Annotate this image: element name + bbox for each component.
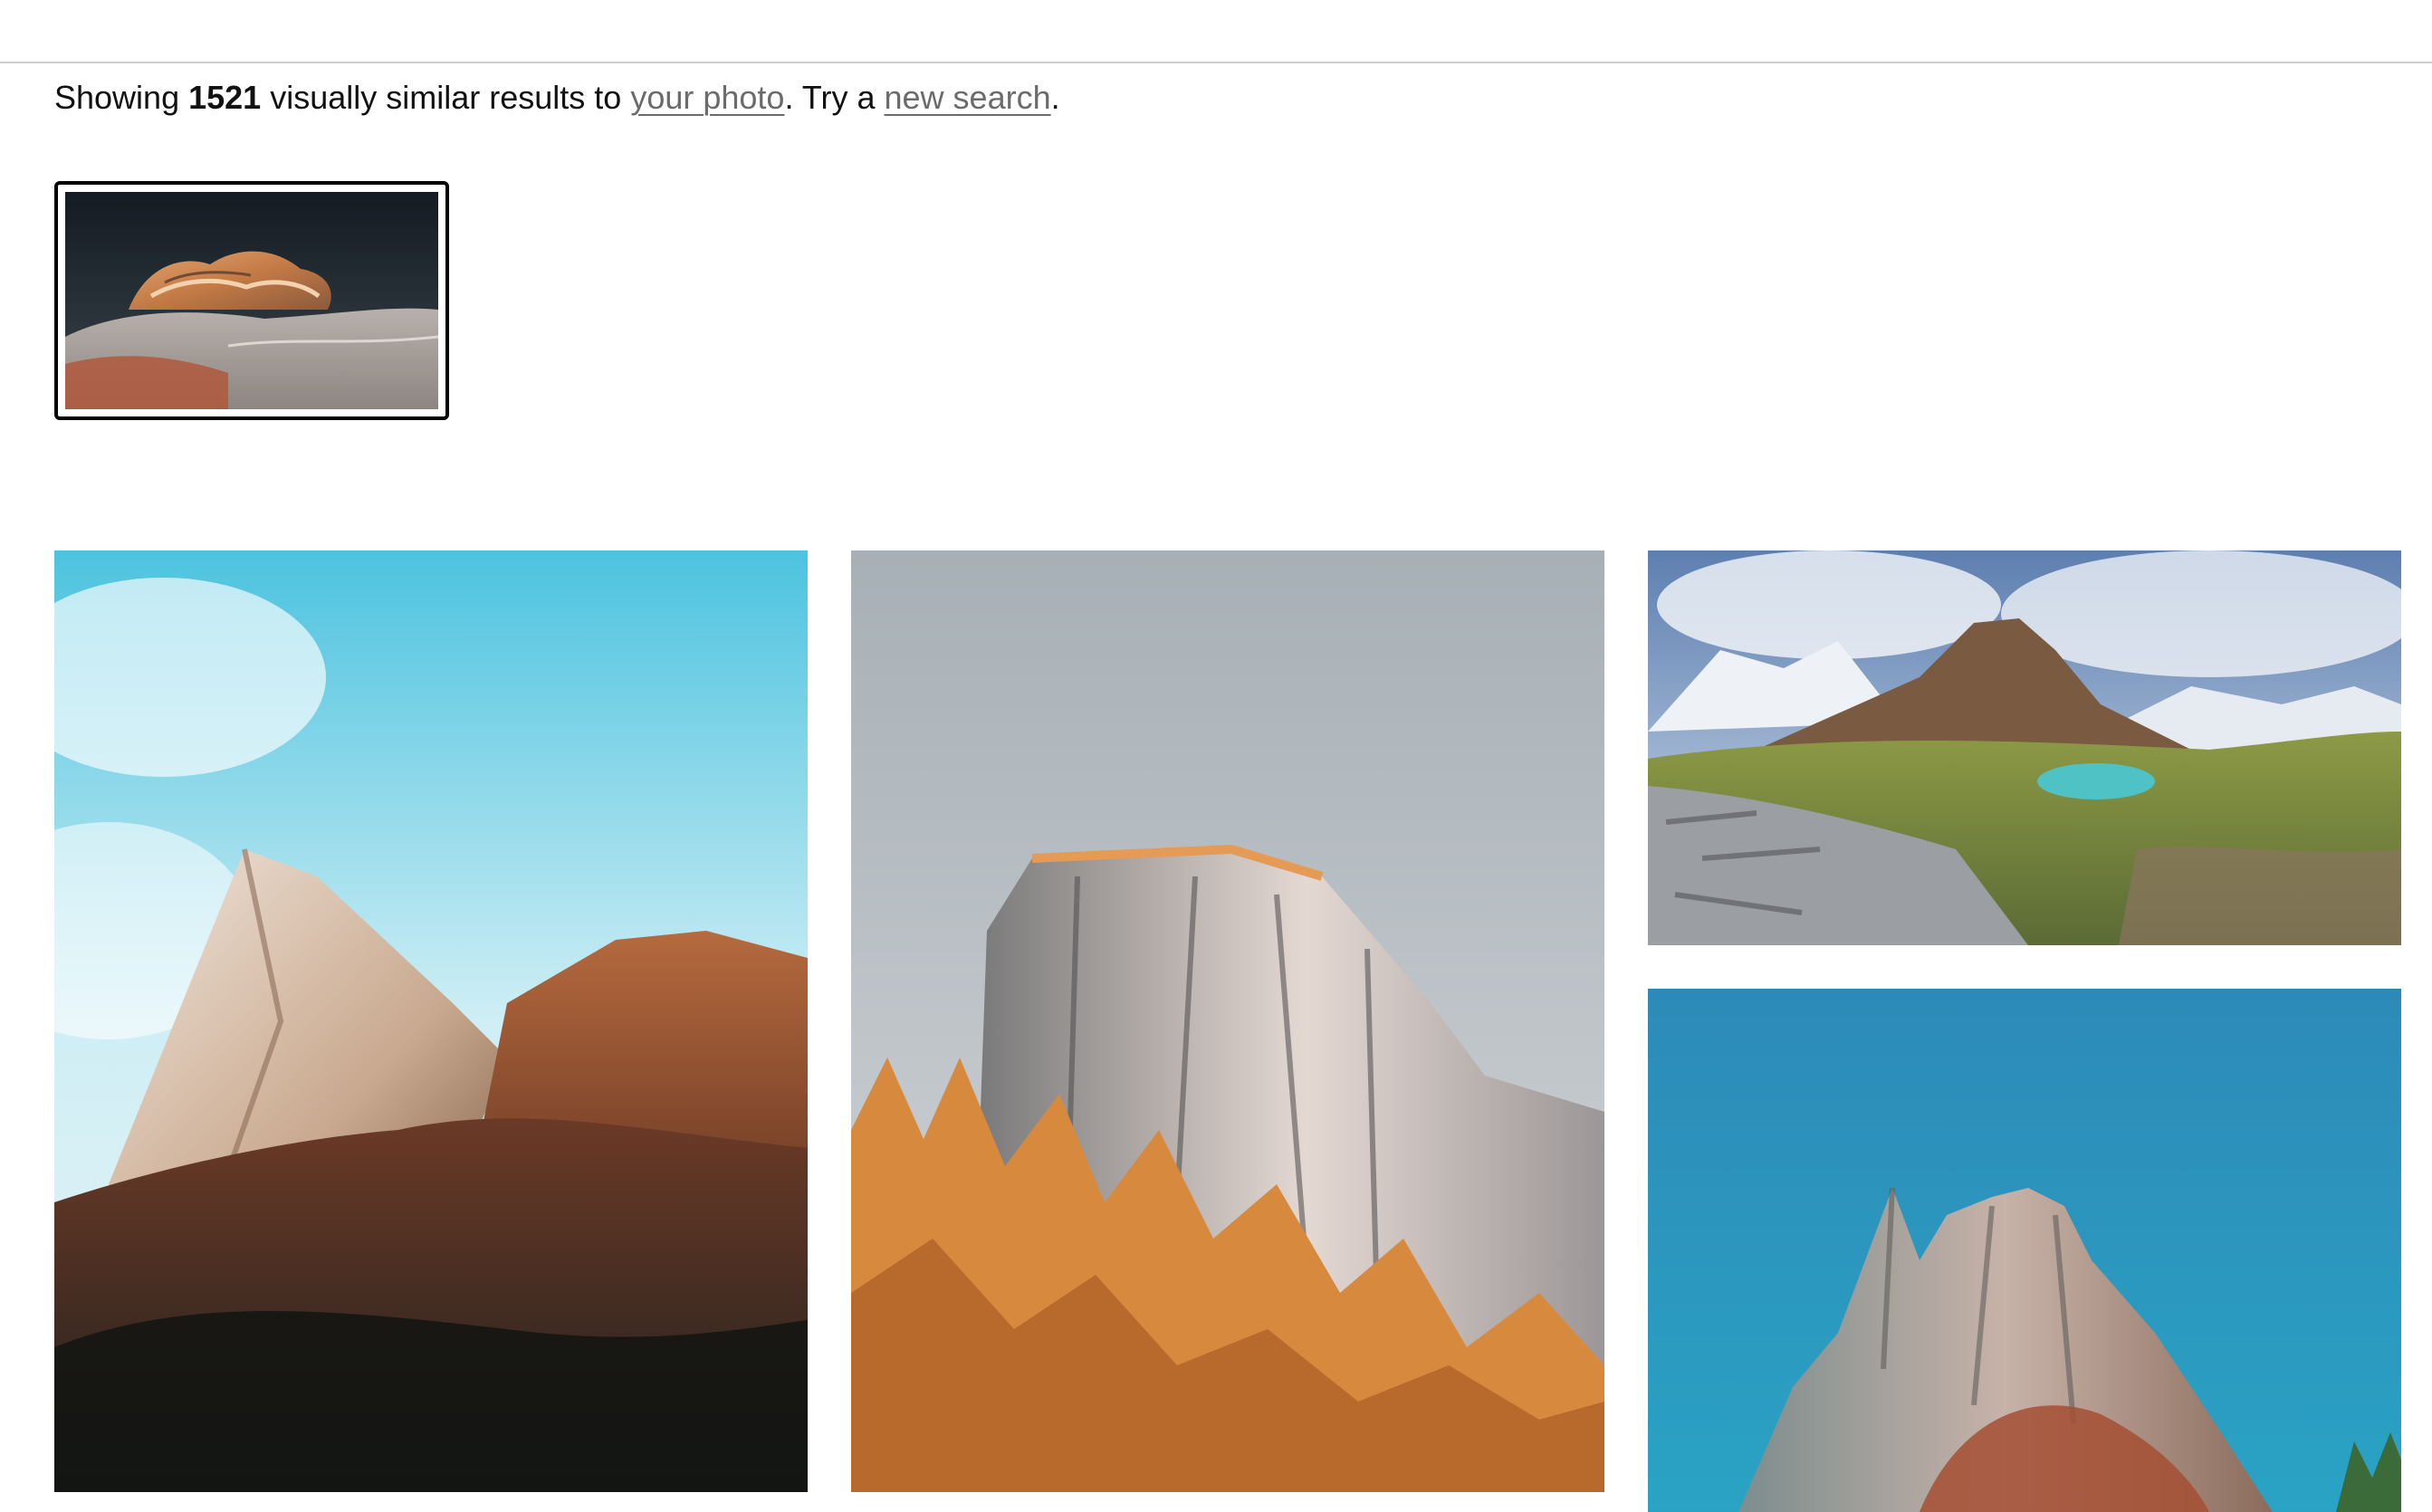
cliff-photo [851,550,1604,1492]
your-photo-link[interactable]: your photo [630,79,784,116]
results-summary: Showing 1521 visually similar results to… [54,76,1060,120]
new-search-link[interactable]: new search [885,79,1051,116]
header-divider [0,62,2432,63]
summary-prefix: Showing [54,79,180,116]
result-image-3[interactable] [1648,550,2401,945]
query-image-thumbnail[interactable] [54,181,449,420]
summary-suffix: . [1050,79,1060,116]
result-image-2[interactable] [851,550,1604,1492]
result-image-4[interactable] [1648,989,2401,1512]
summary-try-text: . Try a [784,79,876,116]
search-results-page: Showing 1521 visually similar results to… [0,0,2432,1512]
rock-spire-photo [1648,989,2401,1512]
result-image-1[interactable] [54,550,808,1492]
query-image [65,192,438,409]
alpine-lake-photo [1648,550,2401,945]
mountain-photo [54,550,808,1492]
summary-middle: visually similar results to [270,79,622,116]
result-count: 1521 [188,79,262,116]
